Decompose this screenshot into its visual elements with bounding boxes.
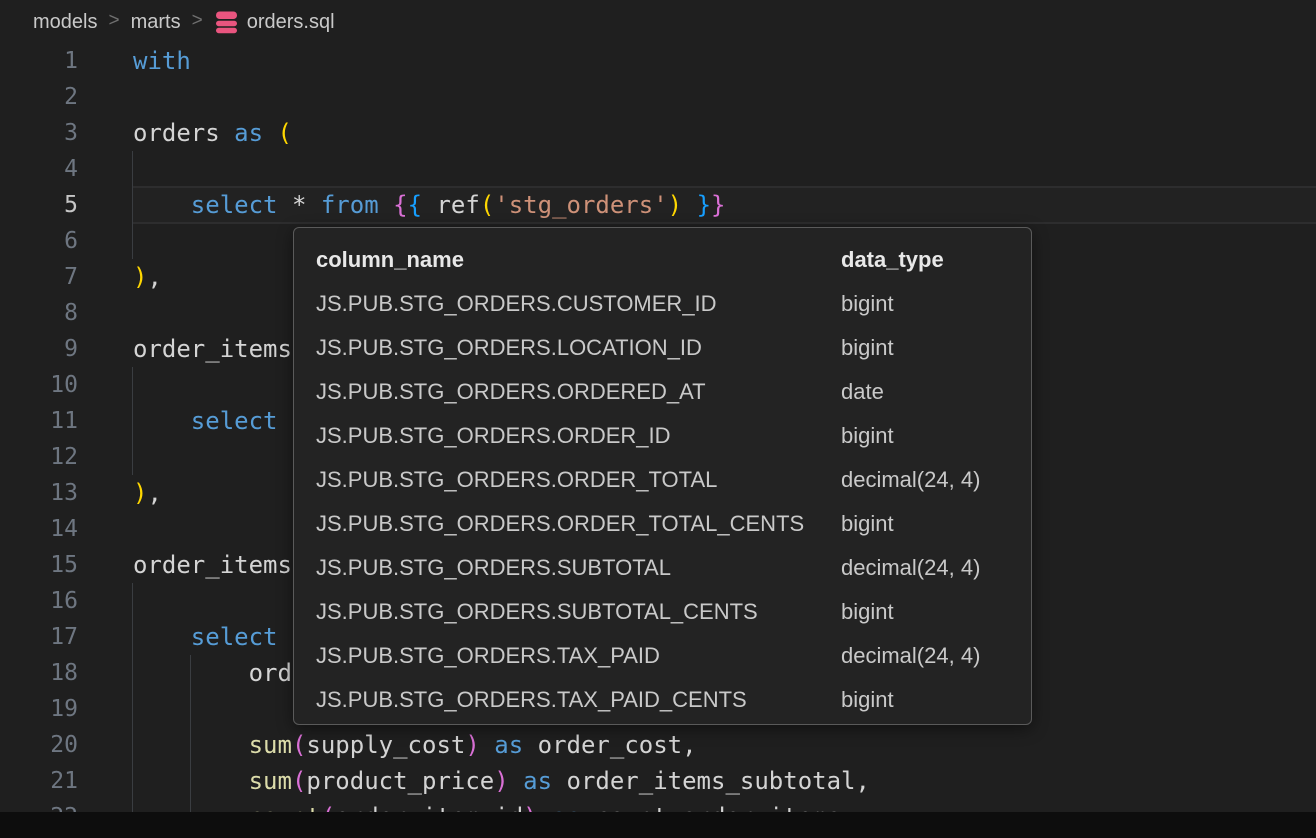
- line-number: 17: [0, 619, 78, 655]
- table-row: JS.PUB.STG_ORDERS.ORDER_TOTAL_CENTSbigin…: [294, 502, 1031, 546]
- database-icon: [214, 10, 239, 34]
- file-name: orders.sql: [247, 11, 335, 34]
- data-type-cell: bigint: [841, 599, 1031, 625]
- popup-header-row: column_name data_type: [294, 238, 1031, 282]
- code-line-5[interactable]: 5 select * from {{ ref('stg_orders') }}: [0, 187, 1316, 223]
- line-number: 8: [0, 295, 78, 331]
- breadcrumb: models > marts > orders.sql: [0, 0, 1316, 44]
- line-number: 10: [0, 367, 78, 403]
- code-text: with: [133, 43, 1316, 79]
- code-text: [133, 79, 1316, 115]
- line-number: 1: [0, 43, 78, 79]
- data-type-cell: bigint: [841, 291, 1031, 317]
- line-number: 12: [0, 439, 78, 475]
- data-type-header: data_type: [841, 247, 1031, 273]
- code-text: sum(supply_cost) as order_cost,: [133, 727, 1316, 763]
- chevron-right-icon: >: [108, 10, 119, 32]
- table-row: JS.PUB.STG_ORDERS.ORDER_IDbigint: [294, 414, 1031, 458]
- table-row: JS.PUB.STG_ORDERS.TAX_PAIDdecimal(24, 4): [294, 634, 1031, 678]
- code-text: [133, 151, 1316, 187]
- line-number: 16: [0, 583, 78, 619]
- code-text: orders as (: [133, 115, 1316, 151]
- breadcrumb-item-models[interactable]: models: [33, 11, 97, 34]
- data-type-cell: bigint: [841, 423, 1031, 449]
- line-number: 2: [0, 79, 78, 115]
- table-row: JS.PUB.STG_ORDERS.LOCATION_IDbigint: [294, 326, 1031, 370]
- line-number: 19: [0, 691, 78, 727]
- column-name-cell: JS.PUB.STG_ORDERS.SUBTOTAL: [316, 555, 841, 581]
- line-number: 9: [0, 331, 78, 367]
- column-name-cell: JS.PUB.STG_ORDERS.ORDER_ID: [316, 423, 841, 449]
- table-row: JS.PUB.STG_ORDERS.SUBTOTALdecimal(24, 4): [294, 546, 1031, 590]
- data-type-cell: decimal(24, 4): [841, 467, 1031, 493]
- chevron-right-icon: >: [192, 10, 203, 32]
- line-number: 14: [0, 511, 78, 547]
- table-row: JS.PUB.STG_ORDERS.ORDERED_ATdate: [294, 370, 1031, 414]
- bottom-panel-edge: [0, 812, 1316, 838]
- data-type-cell: date: [841, 379, 1031, 405]
- code-line-21[interactable]: 21 sum(product_price) as order_items_sub…: [0, 763, 1316, 799]
- code-line-20[interactable]: 20 sum(supply_cost) as order_cost,: [0, 727, 1316, 763]
- data-type-cell: bigint: [841, 335, 1031, 361]
- code-line-1[interactable]: 1 with: [0, 43, 1316, 79]
- column-name-cell: JS.PUB.STG_ORDERS.TAX_PAID_CENTS: [316, 687, 841, 713]
- code-text: select * from {{ ref('stg_orders') }}: [133, 187, 1316, 223]
- data-type-cell: bigint: [841, 511, 1031, 537]
- breadcrumb-item-marts[interactable]: marts: [131, 11, 181, 34]
- column-name-header: column_name: [316, 247, 841, 273]
- column-name-cell: JS.PUB.STG_ORDERS.ORDER_TOTAL_CENTS: [316, 511, 841, 537]
- code-text: sum(product_price) as order_items_subtot…: [133, 763, 1316, 799]
- code-line-3[interactable]: 3 orders as (: [0, 115, 1316, 151]
- line-number: 11: [0, 403, 78, 439]
- line-number: 3: [0, 115, 78, 151]
- line-number: 18: [0, 655, 78, 691]
- line-number: 20: [0, 727, 78, 763]
- table-row: JS.PUB.STG_ORDERS.SUBTOTAL_CENTSbigint: [294, 590, 1031, 634]
- line-number: 5: [0, 187, 78, 223]
- line-number: 4: [0, 151, 78, 187]
- data-type-cell: bigint: [841, 687, 1031, 713]
- table-row: JS.PUB.STG_ORDERS.TAX_PAID_CENTSbigint: [294, 678, 1031, 722]
- line-number: 13: [0, 475, 78, 511]
- code-line-2[interactable]: 2: [0, 79, 1316, 115]
- line-number: 21: [0, 763, 78, 799]
- data-type-cell: decimal(24, 4): [841, 555, 1031, 581]
- column-info-popup: column_name data_type JS.PUB.STG_ORDERS.…: [293, 227, 1032, 725]
- table-row: JS.PUB.STG_ORDERS.CUSTOMER_IDbigint: [294, 282, 1031, 326]
- code-line-4[interactable]: 4: [0, 151, 1316, 187]
- column-name-cell: JS.PUB.STG_ORDERS.ORDERED_AT: [316, 379, 841, 405]
- breadcrumb-item-file[interactable]: orders.sql: [214, 10, 335, 34]
- line-number: 15: [0, 547, 78, 583]
- line-number: 6: [0, 223, 78, 259]
- column-name-cell: JS.PUB.STG_ORDERS.LOCATION_ID: [316, 335, 841, 361]
- column-name-cell: JS.PUB.STG_ORDERS.SUBTOTAL_CENTS: [316, 599, 841, 625]
- editor-window: models > marts > orders.sql 1 with 23 order…: [0, 0, 1316, 838]
- column-name-cell: JS.PUB.STG_ORDERS.TAX_PAID: [316, 643, 841, 669]
- data-type-cell: decimal(24, 4): [841, 643, 1031, 669]
- line-number: 7: [0, 259, 78, 295]
- table-row: JS.PUB.STG_ORDERS.ORDER_TOTALdecimal(24,…: [294, 458, 1031, 502]
- column-name-cell: JS.PUB.STG_ORDERS.CUSTOMER_ID: [316, 291, 841, 317]
- column-name-cell: JS.PUB.STG_ORDERS.ORDER_TOTAL: [316, 467, 841, 493]
